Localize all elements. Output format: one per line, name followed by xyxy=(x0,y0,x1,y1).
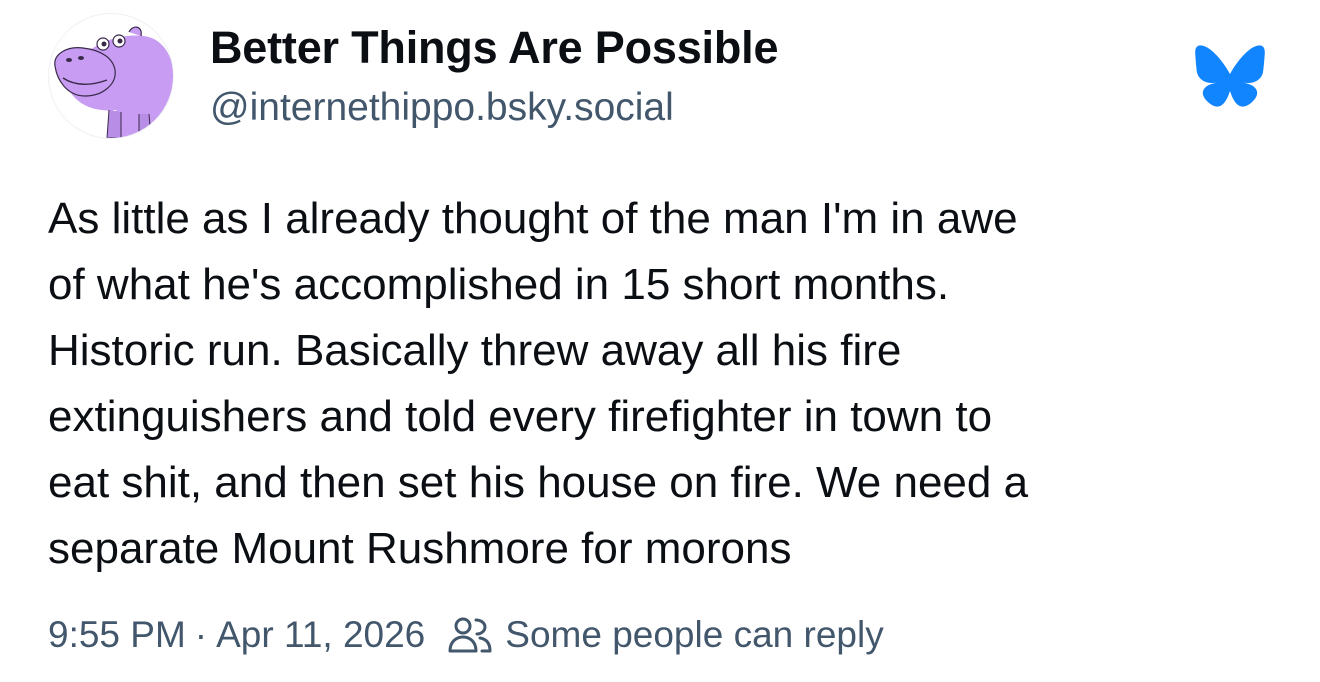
bluesky-butterfly-icon xyxy=(1194,44,1266,108)
post-body-text: As little as I already thought of the ma… xyxy=(48,194,1029,573)
reply-setting-label[interactable]: Some people can reply xyxy=(505,614,883,656)
post-time[interactable]: 9:55 PM xyxy=(48,614,186,656)
meta-separator: · xyxy=(194,614,208,655)
hippo-avatar-icon xyxy=(54,26,173,138)
post-card: Better Things Are Possible @internethipp… xyxy=(0,0,1320,682)
people-icon xyxy=(447,615,493,655)
author-handle[interactable]: @internethippo.bsky.social xyxy=(210,86,674,130)
post-date[interactable]: Apr 11, 2026 xyxy=(216,614,425,656)
post-meta: 9:55 PM · Apr 11, 2026 Some people can r… xyxy=(48,610,884,660)
author-avatar[interactable] xyxy=(48,13,174,139)
author-display-name[interactable]: Better Things Are Possible xyxy=(210,22,778,74)
